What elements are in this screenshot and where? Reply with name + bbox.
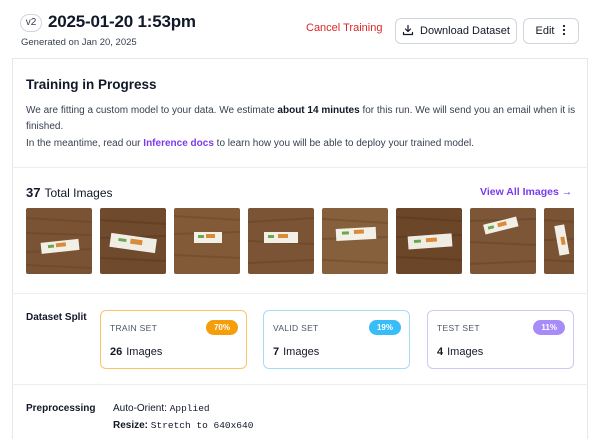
preprocessing-step: Auto-Orient: Applied — [113, 403, 210, 414]
dataset-split-label: Dataset Split — [26, 312, 87, 323]
generated-date: Generated on Jan 20, 2025 — [21, 37, 137, 48]
split-percent-badge: 11% — [533, 320, 565, 335]
train-set-card[interactable]: TRAIN SET 70% 26 Images — [100, 310, 247, 369]
more-vertical-icon — [562, 24, 566, 39]
image-thumbnail[interactable] — [100, 208, 166, 274]
split-name: TRAIN SET — [110, 323, 158, 333]
divider — [12, 384, 588, 385]
edit-button[interactable]: Edit — [523, 18, 579, 44]
divider — [12, 293, 588, 294]
split-name: TEST SET — [437, 323, 480, 333]
version-badge: v2 — [20, 14, 42, 32]
image-thumbnail[interactable] — [26, 208, 92, 274]
view-all-images-link[interactable]: View All Images → — [480, 186, 572, 198]
download-dataset-button[interactable]: Download Dataset — [395, 18, 517, 44]
training-status-title: Training in Progress — [26, 77, 157, 92]
download-dataset-label: Download Dataset — [420, 25, 510, 37]
test-set-card[interactable]: TEST SET 11% 4 Images — [427, 310, 574, 369]
split-count: 7 Images — [273, 346, 320, 358]
valid-set-card[interactable]: VALID SET 19% 7 Images — [263, 310, 410, 369]
preprocessing-step: Resize: Stretch to 640x640 — [113, 420, 254, 431]
preprocessing-label: Preprocessing — [26, 403, 96, 414]
training-description: We are fitting a custom model to your da… — [26, 105, 576, 132]
estimate-duration: about 14 minutes — [277, 105, 360, 116]
image-thumbnail[interactable] — [174, 208, 240, 274]
split-name: VALID SET — [273, 323, 319, 333]
page-title: 2025-01-20 1:53pm — [48, 12, 196, 31]
download-icon — [402, 24, 414, 39]
split-count: 4 Images — [437, 346, 484, 358]
divider — [12, 167, 588, 168]
image-thumbnail[interactable] — [248, 208, 314, 274]
image-thumbnails — [26, 208, 574, 275]
inference-note: In the meantime, read our Inference docs… — [26, 138, 475, 149]
image-thumbnail[interactable] — [322, 208, 388, 274]
image-thumbnail[interactable] — [396, 208, 462, 274]
inference-docs-link[interactable]: Inference docs — [143, 138, 214, 149]
split-percent-badge: 70% — [205, 320, 238, 335]
total-images-heading: 37 Total Images — [26, 185, 113, 200]
cancel-training-button[interactable]: Cancel Training — [306, 22, 382, 34]
page-header: v2 2025-01-20 1:53pm Generated on Jan 20… — [0, 0, 600, 58]
edit-label: Edit — [535, 25, 555, 37]
split-percent-badge: 19% — [368, 320, 401, 335]
image-thumbnail[interactable] — [544, 208, 574, 274]
total-images-count: 37 — [26, 185, 41, 200]
split-count: 26 Images — [110, 346, 163, 358]
image-thumbnail[interactable] — [470, 208, 536, 274]
